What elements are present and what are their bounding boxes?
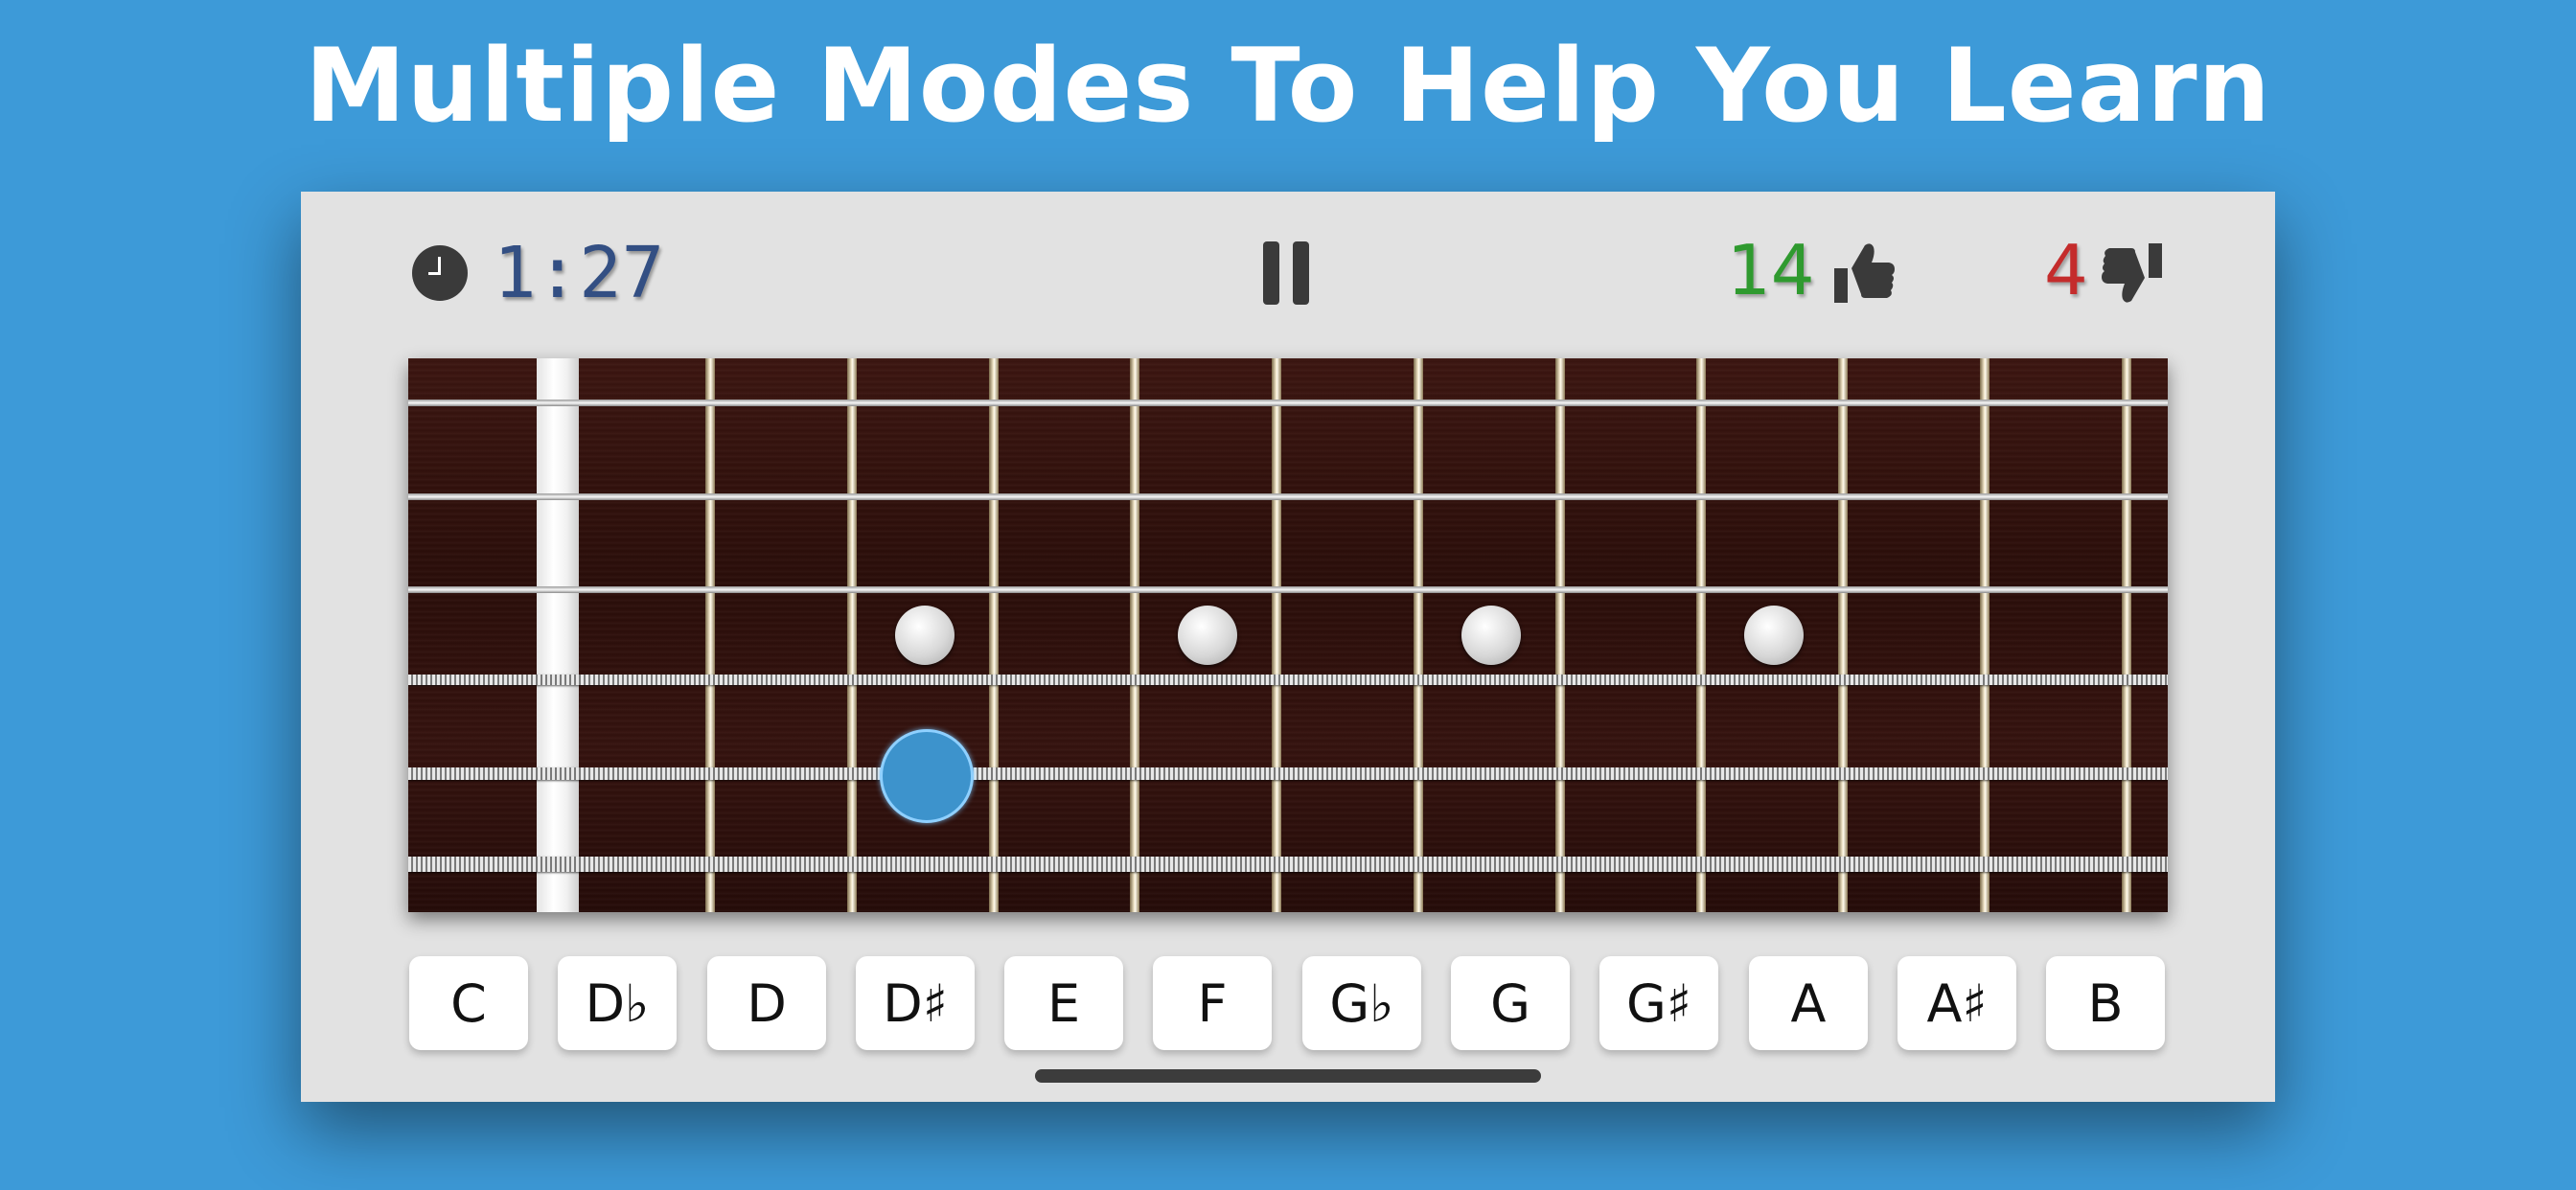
fret (1980, 358, 1990, 912)
fret (847, 358, 857, 912)
string-1 (408, 400, 2168, 406)
correct-count: 14 (1727, 230, 1815, 310)
pause-button[interactable] (1263, 241, 1311, 305)
string-6 (408, 857, 2168, 872)
pause-bar-right (1293, 241, 1309, 305)
fret-marker-inlay (895, 606, 954, 665)
note-button-d-sharp[interactable]: D♯ (856, 956, 975, 1050)
fret (1414, 358, 1423, 912)
string-4 (408, 675, 2168, 685)
fret (1272, 358, 1281, 912)
fret (1838, 358, 1848, 912)
note-button-a[interactable]: A (1749, 956, 1868, 1050)
note-button-g[interactable]: G (1451, 956, 1570, 1050)
timer-display: 1:27 (494, 232, 665, 314)
string-3 (408, 586, 2168, 593)
note-button-g-sharp[interactable]: G♯ (1599, 956, 1718, 1050)
target-note-marker (880, 729, 974, 823)
fret (2122, 358, 2131, 912)
note-button-f[interactable]: F (1153, 956, 1272, 1050)
string-5 (408, 767, 2168, 780)
fret-marker-inlay (1461, 606, 1521, 665)
fret (1696, 358, 1706, 912)
fret (705, 358, 715, 912)
nut (537, 358, 579, 912)
note-button-d[interactable]: D (707, 956, 826, 1050)
thumbs-up-icon (1834, 243, 1895, 303)
note-button-c[interactable]: C (409, 956, 528, 1050)
note-button-a-sharp[interactable]: A♯ (1898, 956, 2016, 1050)
note-button-g-flat[interactable]: G♭ (1302, 956, 1421, 1050)
fret-marker-inlay (1744, 606, 1804, 665)
fret-marker-inlay (1178, 606, 1237, 665)
fret (1130, 358, 1139, 912)
clock-icon (412, 245, 468, 301)
home-indicator[interactable] (1035, 1069, 1541, 1083)
note-button-b[interactable]: B (2046, 956, 2165, 1050)
note-button-d-flat[interactable]: D♭ (558, 956, 677, 1050)
headline: Multiple Modes To Help You Learn (305, 27, 2271, 145)
fret (1555, 358, 1565, 912)
note-button-e[interactable]: E (1004, 956, 1123, 1050)
fretboard[interactable] (408, 358, 2168, 912)
wrong-count: 4 (2044, 230, 2088, 310)
pause-bar-left (1263, 241, 1279, 305)
string-2 (408, 493, 2168, 500)
thumbs-down-icon (2102, 243, 2162, 303)
fret (989, 358, 999, 912)
